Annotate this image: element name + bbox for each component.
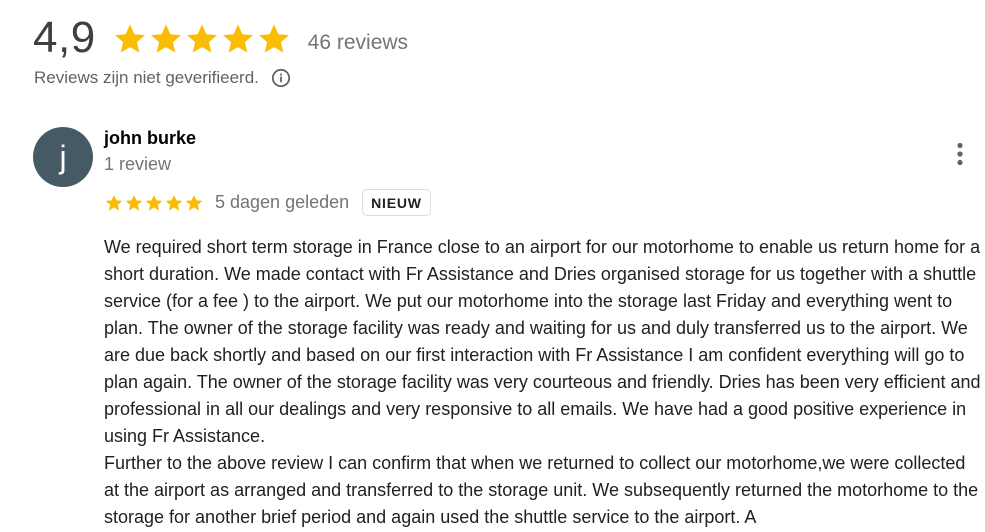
star-icon — [185, 194, 203, 211]
review-author-name[interactable]: john burke — [104, 128, 196, 149]
review-author-meta: 1 review — [104, 154, 172, 174]
summary-star-rating — [112, 21, 292, 57]
star-icon — [186, 24, 217, 53]
review-rating-row: 5 dagen geleden NIEUW — [104, 189, 431, 216]
rating-summary: 4,9 46 reviews — [33, 12, 408, 64]
more-vert-icon — [957, 142, 963, 166]
avatar[interactable]: j — [33, 127, 93, 187]
unverified-notice: Reviews zijn niet geverifieerd. — [34, 68, 291, 88]
star-icon — [105, 194, 123, 211]
info-circle-icon[interactable] — [271, 68, 291, 88]
star-icon — [114, 24, 145, 53]
star-icon — [125, 194, 143, 211]
unverified-note-text: Reviews zijn niet geverifieerd. — [34, 68, 259, 87]
star-icon — [165, 194, 183, 211]
review-count-link[interactable]: 46 reviews — [308, 31, 408, 55]
review-date: 5 dagen geleden — [215, 192, 350, 212]
star-icon — [258, 24, 289, 53]
average-rating: 4,9 — [33, 13, 96, 62]
more-options-button[interactable] — [945, 139, 975, 169]
star-icon — [222, 24, 253, 53]
review-text: We required short term storage in France… — [104, 237, 981, 527]
review-star-rating — [104, 193, 204, 213]
new-badge: NIEUW — [362, 189, 431, 216]
star-icon — [150, 24, 181, 53]
star-icon — [145, 194, 163, 211]
